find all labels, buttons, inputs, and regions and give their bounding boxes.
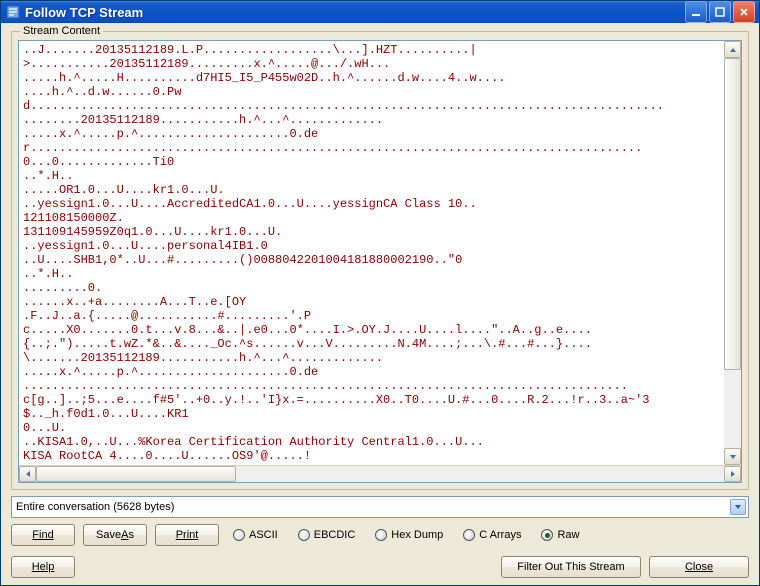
app-icon [5,4,21,20]
scroll-down-button[interactable] [724,448,741,465]
save-as-button[interactable]: Save As [83,524,147,546]
radio-icon [541,529,553,541]
encoding-radio-group: ASCII EBCDIC Hex Dump C Arrays Raw [233,529,579,541]
filter-out-button[interactable]: Filter Out This Stream [501,556,641,578]
radio-icon [375,529,387,541]
radio-icon [298,529,310,541]
close-dialog-button[interactable]: Close [649,556,749,578]
scroll-left-button[interactable] [19,466,36,482]
minimize-button[interactable] [685,1,707,23]
conversation-dropdown-text: Entire conversation (5628 bytes) [16,501,730,513]
chevron-down-icon [730,499,746,515]
scroll-right-button[interactable] [724,466,741,482]
window-title: Follow TCP Stream [25,5,685,20]
radio-ebcdic[interactable]: EBCDIC [298,529,356,541]
radio-icon [463,529,475,541]
maximize-button[interactable] [709,1,731,23]
radio-ascii[interactable]: ASCII [233,529,278,541]
conversation-dropdown[interactable]: Entire conversation (5628 bytes) [11,496,749,518]
radio-raw[interactable]: Raw [541,529,579,541]
stream-textarea[interactable]: ..J.......20135112189.L.P...............… [18,40,742,483]
radio-hexdump[interactable]: Hex Dump [375,529,443,541]
stream-content-group: Stream Content ..J.......20135112189.L.P… [11,31,749,490]
group-label: Stream Content [20,25,103,37]
stream-text: ..J.......20135112189.L.P...............… [19,41,741,465]
help-button[interactable]: Help [11,556,75,578]
find-button[interactable]: Find [11,524,75,546]
radio-icon [233,529,245,541]
scroll-up-button[interactable] [724,41,741,58]
radio-carrays[interactable]: C Arrays [463,529,521,541]
horizontal-scroll-thumb[interactable] [36,466,236,482]
title-bar: Follow TCP Stream [1,1,759,23]
close-button[interactable] [733,1,755,23]
print-button[interactable]: Print [155,524,219,546]
vertical-scroll-thumb[interactable] [724,58,741,370]
vertical-scrollbar[interactable] [724,41,741,465]
horizontal-scrollbar[interactable] [19,465,741,482]
